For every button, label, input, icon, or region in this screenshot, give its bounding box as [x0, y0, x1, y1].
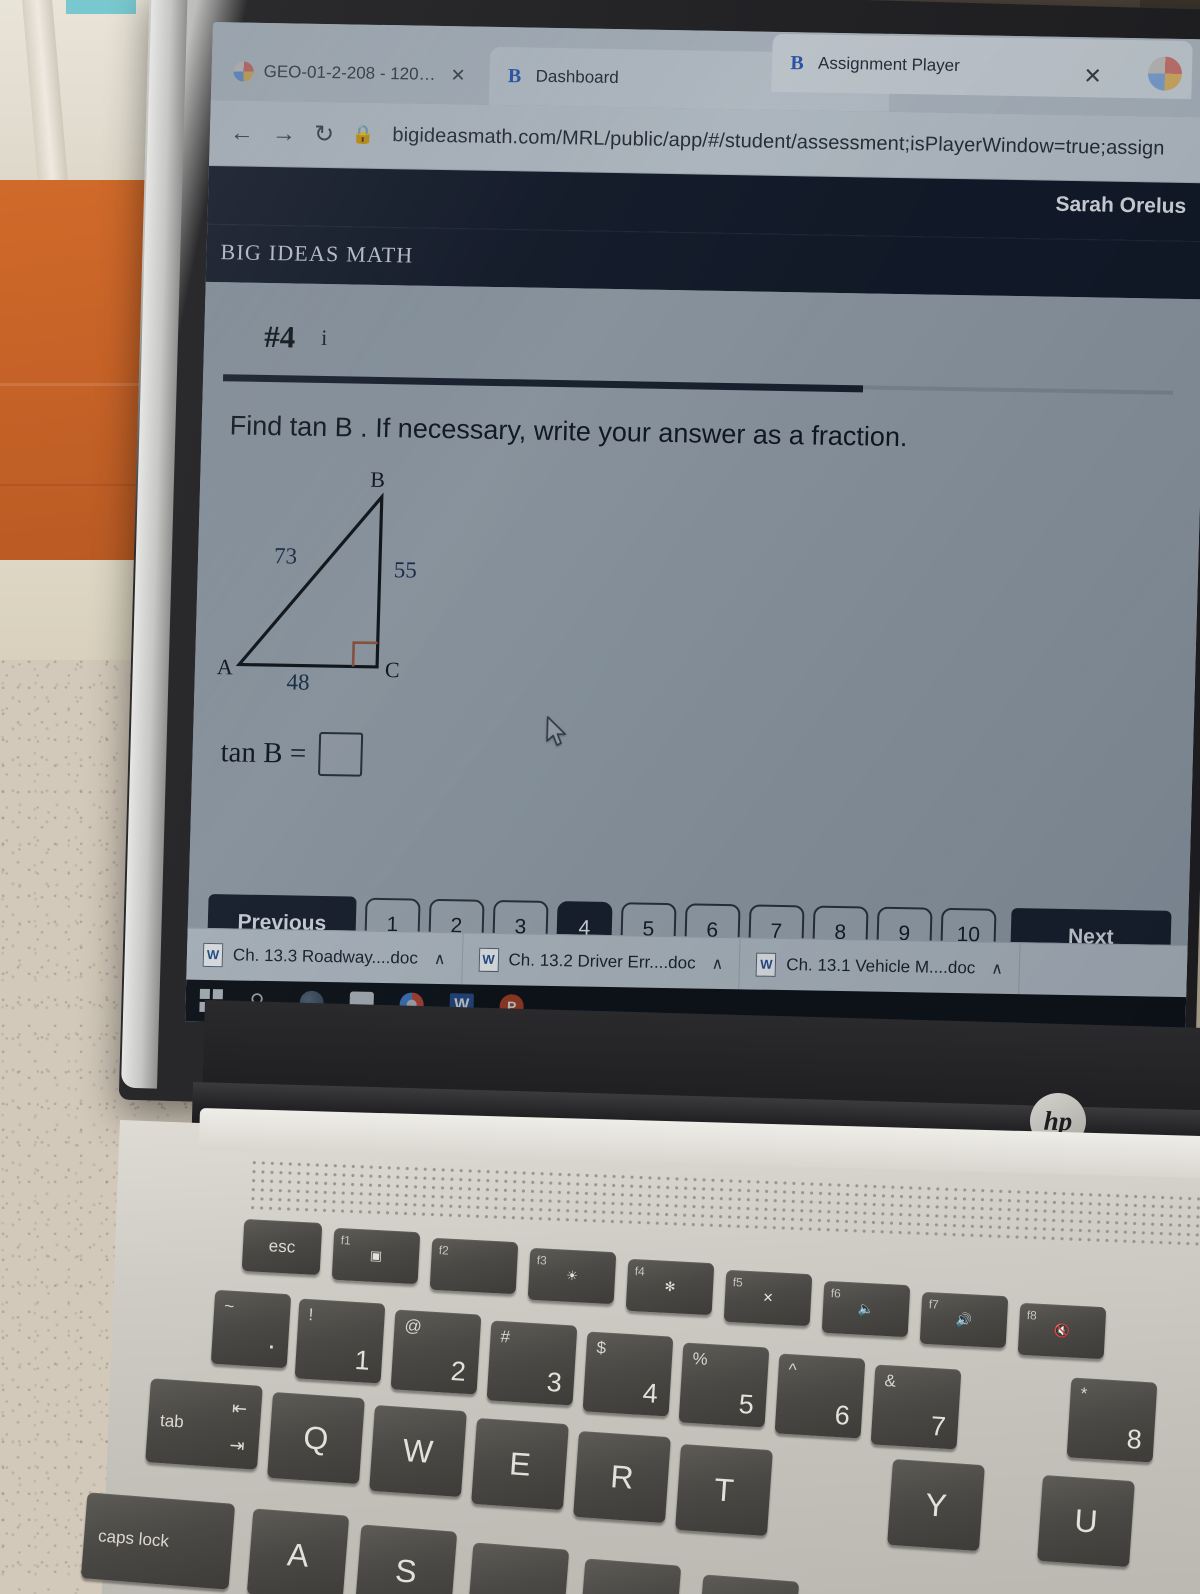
- tab-title: Assignment Player: [817, 53, 961, 76]
- browser-tab-1[interactable]: GEO-01-2-208 - 1206310 ✕: [219, 42, 481, 105]
- laptop-screen: GEO-01-2-208 - 1206310 ✕ B Dashboard ✕ B…: [185, 22, 1200, 1040]
- tab-favicon-bigideas-b-icon: B: [507, 65, 522, 88]
- chevron-up-icon[interactable]: ∧: [711, 953, 723, 973]
- download-file-name: Ch. 13.1 Vehicle M....doc: [786, 954, 976, 977]
- teal-object: [66, 0, 136, 14]
- download-item[interactable]: Ch. 13.1 Vehicle M....doc ∧: [739, 938, 1021, 995]
- question-header: #4 i: [264, 319, 328, 356]
- word-document-icon: [755, 952, 777, 977]
- assessment-content: #4 i Find tan B . If necessary, write yo…: [185, 281, 1200, 1040]
- tab-close-icon[interactable]: ✕: [450, 65, 466, 86]
- answer-input[interactable]: [317, 731, 363, 777]
- side-length-AB: 73: [273, 543, 298, 569]
- question-number: #4: [263, 318, 296, 355]
- side-length-BC: 55: [393, 557, 418, 583]
- progress-bar-fill: [222, 374, 864, 393]
- answer-row: tan B =: [220, 730, 363, 777]
- triangle-svg: [235, 492, 384, 669]
- tab-title: Dashboard: [535, 66, 620, 88]
- download-item[interactable]: Ch. 13.2 Driver Err....doc ∧: [461, 933, 742, 990]
- vertex-label-A: A: [216, 654, 234, 680]
- vertex-label-B: B: [369, 466, 386, 493]
- tab-favicon-bigideas-b-icon: B: [790, 52, 805, 75]
- tab-favicon-multicolor-icon: [233, 61, 254, 82]
- question-prompt: Find tan B . If necessary, write your an…: [229, 410, 908, 453]
- user-name-label[interactable]: Sarah Orelus: [1055, 193, 1186, 219]
- back-icon[interactable]: ←: [230, 119, 255, 147]
- download-file-name: Ch. 13.2 Driver Err....doc: [508, 949, 696, 973]
- answer-label: tan B =: [220, 735, 307, 770]
- browser-tab-3-assignment-player[interactable]: B Assignment Player: [771, 33, 1193, 100]
- word-document-icon: [478, 947, 499, 972]
- window-close-icon[interactable]: ✕: [1083, 63, 1102, 89]
- tab-title: GEO-01-2-208 - 1206310: [263, 61, 441, 85]
- word-document-icon: [202, 942, 224, 967]
- triangle-figure: B A C 73 55 48: [217, 467, 490, 706]
- forward-icon[interactable]: →: [272, 120, 297, 148]
- progress-bar-track: [222, 374, 1174, 395]
- side-length-AC: 48: [286, 669, 310, 695]
- vertex-label-C: C: [384, 657, 401, 683]
- reload-icon[interactable]: ↻: [313, 120, 335, 149]
- chevron-up-icon[interactable]: ∧: [434, 948, 446, 968]
- lock-icon: 🔒: [351, 124, 375, 145]
- download-file-name: Ch. 13.3 Roadway....doc: [232, 944, 419, 968]
- app-brand-label: BIG IDEAS MATH: [220, 239, 414, 268]
- address-bar-url[interactable]: bigideasmath.com/MRL/public/app/#/studen…: [392, 124, 1165, 160]
- chevron-up-icon[interactable]: ∧: [991, 958, 1003, 978]
- info-icon[interactable]: i: [321, 325, 328, 351]
- download-item[interactable]: Ch. 13.3 Roadway....doc ∧: [186, 928, 464, 985]
- mouse-cursor-icon: [545, 716, 572, 753]
